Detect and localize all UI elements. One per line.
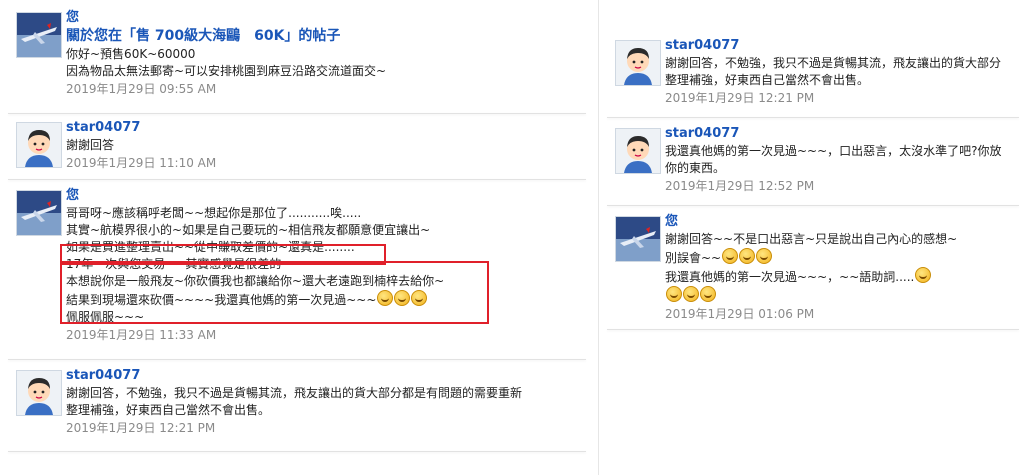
message-line: 整理補強，好東西自己當然不會出售。: [665, 73, 870, 87]
message-timestamp: 2019年1月29日 11:10 AM: [66, 156, 217, 170]
divider: [8, 113, 586, 114]
sender-name[interactable]: 您: [66, 186, 586, 205]
message-line: 謝謝回答~~不是口出惡言~只是說出自己內心的感想~: [665, 232, 958, 246]
message-line: 我還真他媽的第一次見過~~~，口出惡言，太沒水準了吧?你放: [665, 144, 1002, 158]
message-post: 您 關於您在「售 700級大海鷗 60K」的帖子 你好~預售60K~60000 …: [8, 8, 586, 114]
boy-avatar[interactable]: [615, 40, 661, 86]
sender-name[interactable]: star04077: [66, 366, 586, 385]
message-timestamp: 2019年1月29日 09:55 AM: [66, 82, 217, 96]
grin-emoji-icon: [722, 248, 739, 264]
message-timestamp: 2019年1月29日 12:52 PM: [665, 179, 815, 193]
message-line: 哥哥呀~應該稱呼老闆~~想起你是那位了...........唉.....: [66, 206, 362, 220]
grin-emoji-icon: [666, 286, 682, 302]
grin-emoji-icon: [756, 248, 773, 264]
message-post: star04077 我還真他媽的第一次見過~~~，口出惡言，太沒水準了吧?你放 …: [607, 124, 1019, 206]
message-line: 謝謝回答，不勉強，我只不過是貨暢其流，飛友讓出的貨大部分都是有問題的需要重新: [66, 386, 523, 400]
divider: [8, 179, 586, 180]
sender-name[interactable]: 您: [66, 8, 586, 27]
message-line-text: 我還真他媽的第一次見過~~~，~~語助詞.....: [665, 270, 915, 284]
message-line: 謝謝回答，不勉強，我只不過是貨暢其流，飛友讓出的貨大部分: [665, 56, 1002, 70]
message-post: star04077 謝謝回答，不勉強，我只不過是貨暢其流，飛友讓出的貨大部分 整…: [607, 36, 1019, 118]
boy-avatar[interactable]: [16, 370, 62, 416]
message-line: 你好~預售60K~60000: [66, 47, 196, 61]
message-line: 你的東西。: [665, 161, 726, 175]
conversation-right-column: star04077 謝謝回答，不勉強，我只不過是貨暢其流，飛友讓出的貨大部分 整…: [598, 0, 1024, 475]
message-subject: 關於您在「售 700級大海鷗 60K」的帖子: [66, 28, 341, 44]
message-line: 謝謝回答: [66, 138, 115, 152]
divider: [8, 359, 586, 360]
sender-name[interactable]: star04077: [665, 36, 1019, 55]
grin-emoji-icon: [683, 286, 699, 302]
message-line: 我還真他媽的第一次見過~~~，~~語助詞.....: [665, 267, 1019, 286]
boy-avatar[interactable]: [615, 128, 661, 174]
grin-emoji-icon: [700, 286, 716, 302]
message-timestamp: 2019年1月29日 01:06 PM: [665, 307, 815, 321]
message-line-text: 別誤會~~: [665, 251, 722, 265]
thinking-emoji-icon: [915, 267, 932, 283]
message-line: [665, 286, 1019, 305]
sender-name[interactable]: star04077: [66, 118, 586, 137]
message-timestamp: 2019年1月29日 12:21 PM: [66, 421, 216, 435]
sender-name[interactable]: 您: [665, 212, 1019, 231]
divider: [607, 117, 1019, 118]
sender-name[interactable]: star04077: [665, 124, 1019, 143]
grin-emoji-icon: [739, 248, 756, 264]
divider: [607, 205, 1019, 206]
message-line: 別誤會~~: [665, 248, 1019, 267]
message-post: 您 謝謝回答~~不是口出惡言~只是說出自己內心的感想~ 別誤會~~ 我還真他媽的…: [607, 212, 1019, 330]
highlight-box: [60, 261, 489, 324]
divider: [607, 329, 1019, 330]
message-line: 整理補強，好東西自己當然不會出售。: [66, 403, 271, 417]
message-line: 其實~航模界很小的~如果是自己要玩的~相信飛友都願意便宜讓出~: [66, 223, 431, 237]
airplane-avatar[interactable]: [615, 216, 661, 262]
message-post: star04077 謝謝回答 2019年1月29日 11:10 AM: [8, 118, 586, 180]
message-line: 因為物品太無法郵寄~可以安排桃園到麻豆沿路交流道面交~: [66, 64, 387, 78]
boy-avatar[interactable]: [16, 122, 62, 168]
message-post: star04077 謝謝回答，不勉強，我只不過是貨暢其流，飛友讓出的貨大部分都是…: [8, 366, 586, 452]
message-timestamp: 2019年1月29日 12:21 PM: [665, 91, 815, 105]
airplane-avatar[interactable]: [16, 190, 62, 236]
message-timestamp: 2019年1月29日 11:33 AM: [66, 328, 217, 342]
divider: [8, 451, 586, 452]
airplane-avatar[interactable]: [16, 12, 62, 58]
